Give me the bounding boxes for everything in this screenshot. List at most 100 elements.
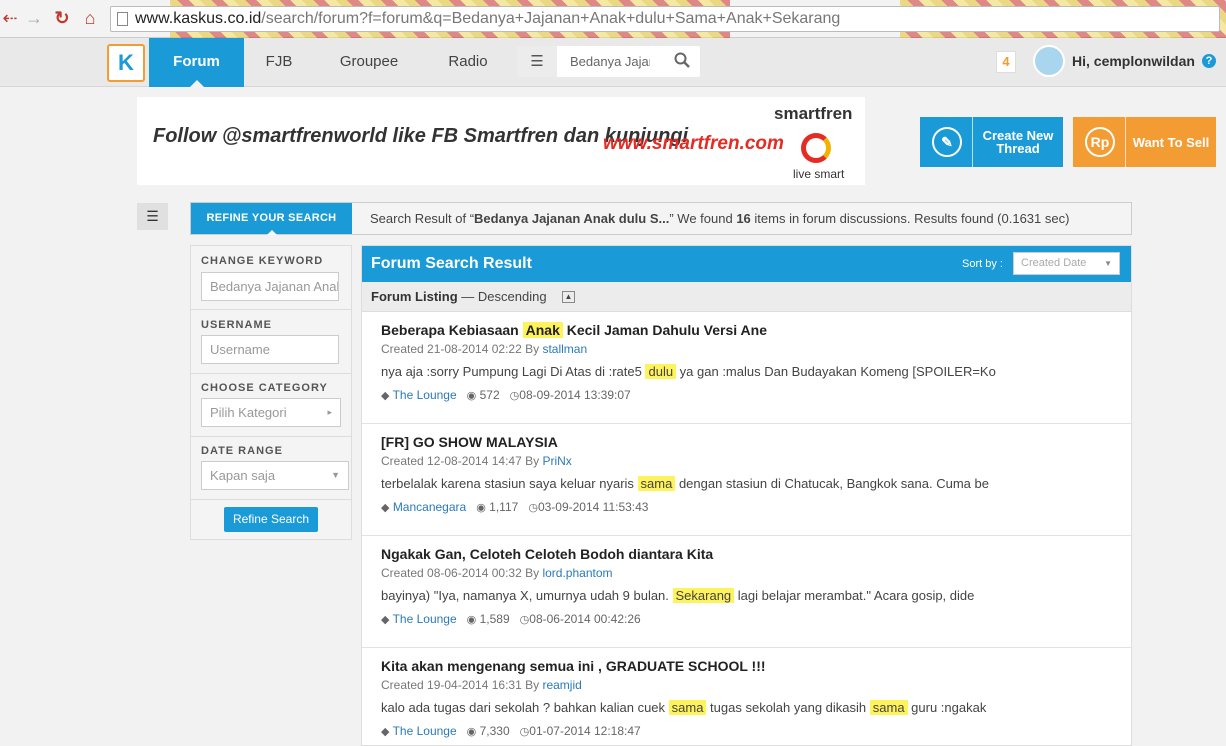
banner-link: www.smartfren.com <box>603 133 784 154</box>
create-thread-button[interactable]: ✎ Create New Thread <box>920 117 1063 167</box>
results-header: Forum Search Result Sort by : Created Da… <box>362 246 1131 282</box>
thread-stats: ◆ Mancanegara ◉ 1,117 ◷03-09-2014 11:53:… <box>381 500 649 514</box>
results-panel: Forum Search Result Sort by : Created Da… <box>361 245 1132 746</box>
author-link[interactable]: reamjid <box>542 678 581 692</box>
thread-meta: Created 21-08-2014 02:22 By stallman <box>381 342 588 356</box>
sort-select[interactable]: Created Date ▼ <box>1013 252 1120 275</box>
tab-fjb[interactable]: FJB <box>256 38 302 87</box>
user-greeting[interactable]: Hi, cemplonwildan <box>1072 53 1195 69</box>
author-link[interactable]: stallman <box>542 342 587 356</box>
refine-bar: REFINE YOUR SEARCH Search Result of “Bed… <box>190 202 1132 235</box>
url-path: /search/forum?f=forum&q=Bedanya+Jajanan+… <box>261 10 841 27</box>
date-range-label: DATE RANGE <box>201 445 283 457</box>
category-group: CHOOSE CATEGORY Pilih Kategori ▸ <box>191 374 351 437</box>
search-category-icon[interactable]: ☰ <box>517 46 557 77</box>
list-item[interactable]: Kita akan mengenang semua ini , GRADUATE… <box>362 648 1131 745</box>
search-input[interactable]: Bedanya Jajan <box>570 46 650 77</box>
browser-toolbar: ⇠ → ↻ ⌂ www.kaskus.co.id/search/forum?f=… <box>0 0 1226 38</box>
eye-icon: ◉ <box>466 390 477 402</box>
tab-forum[interactable]: Forum <box>149 38 244 87</box>
author-link[interactable]: lord.phantom <box>542 566 612 580</box>
tab-radio[interactable]: Radio <box>438 38 498 87</box>
tag-icon: ◆ <box>381 614 390 626</box>
listing-header: Forum Listing — Descending ▲ <box>362 282 1131 312</box>
thread-meta: Created 12-08-2014 14:47 By PriNx <box>381 454 572 468</box>
want-to-sell-button[interactable]: Rp Want To Sell <box>1073 117 1216 167</box>
banner-tagline: live smart <box>793 167 845 181</box>
author-link[interactable]: PriNx <box>542 454 571 468</box>
keyword-group: CHANGE KEYWORD Bedanya Jajanan Anak dulu <box>191 246 351 310</box>
clock-icon: ◷ <box>509 390 520 402</box>
thread-stats: ◆ The Lounge ◉ 572 ◷08-09-2014 13:39:07 <box>381 388 631 402</box>
category-select[interactable]: Pilih Kategori ▸ <box>201 398 341 427</box>
username-group: USERNAME Username <box>191 310 351 374</box>
username-input[interactable]: Username <box>201 335 339 364</box>
tag-icon: ◆ <box>381 726 390 738</box>
back-icon[interactable]: ⇠ <box>0 8 20 28</box>
thread-snippet: terbelalak karena stasiun saya keluar ny… <box>381 476 989 491</box>
date-range-select[interactable]: Kapan saja ▼ <box>201 461 349 490</box>
ad-banner[interactable]: Follow @smartfrenworld like FB Smartfren… <box>137 97 865 185</box>
thread-title[interactable]: [FR] GO SHOW MALAYSIA <box>381 434 558 450</box>
category-link[interactable]: The Lounge <box>393 612 457 626</box>
list-item[interactable]: Beberapa Kebiasaan Anak Kecil Jaman Dahu… <box>362 312 1131 424</box>
header-search: ☰ Bedanya Jajan <box>517 46 700 77</box>
thread-snippet: bayinya) "Iya, namanya X, umurnya udah 9… <box>381 588 975 603</box>
home-icon[interactable]: ⌂ <box>80 8 100 28</box>
refine-search-tab[interactable]: REFINE YOUR SEARCH <box>191 203 352 235</box>
banner-brand: smartfren <box>774 104 853 123</box>
clock-icon: ◷ <box>519 726 530 738</box>
list-item[interactable]: [FR] GO SHOW MALAYSIA Created 12-08-2014… <box>362 424 1131 536</box>
thread-stats: ◆ The Lounge ◉ 7,330 ◷01-07-2014 12:18:4… <box>381 724 641 738</box>
page-icon <box>117 12 128 26</box>
thread-meta: Created 08-06-2014 00:32 By lord.phantom <box>381 566 613 580</box>
avatar[interactable] <box>1033 45 1065 77</box>
forward-icon[interactable]: → <box>24 8 44 28</box>
refine-sidebar: CHANGE KEYWORD Bedanya Jajanan Anak dulu… <box>190 245 352 540</box>
eye-icon: ◉ <box>476 502 486 514</box>
refine-search-button[interactable]: Refine Search <box>224 507 318 532</box>
category-label: CHOOSE CATEGORY <box>201 382 328 394</box>
tag-icon: ◆ <box>381 390 390 402</box>
search-icon[interactable] <box>674 52 690 72</box>
thread-title[interactable]: Kita akan mengenang semua ini , GRADUATE… <box>381 658 766 674</box>
keyword-label: CHANGE KEYWORD <box>201 255 324 267</box>
thread-snippet: kalo ada tugas dari sekolah ? bahkan kal… <box>381 700 987 715</box>
reload-icon[interactable]: ↻ <box>52 8 72 28</box>
clock-icon: ◷ <box>519 614 530 626</box>
notification-badge[interactable]: 4 <box>996 51 1016 73</box>
category-link[interactable]: The Lounge <box>393 724 457 738</box>
tab-groupee[interactable]: Groupee <box>330 38 408 87</box>
list-view-icon[interactable]: ☰ <box>137 203 168 230</box>
list-item[interactable]: Ngakak Gan, Celoteh Celoteh Bodoh dianta… <box>362 536 1131 648</box>
url-host: www.kaskus.co.id <box>135 10 262 27</box>
collapse-icon[interactable]: ▲ <box>562 291 575 303</box>
help-icon[interactable]: ? <box>1202 54 1216 68</box>
category-link[interactable]: Mancanegara <box>393 500 466 514</box>
address-bar[interactable]: www.kaskus.co.id/search/forum?f=forum&q=… <box>110 6 1220 32</box>
thread-stats: ◆ The Lounge ◉ 1,589 ◷08-06-2014 00:42:2… <box>381 612 641 626</box>
sort-label: Sort by : <box>962 258 1003 270</box>
thread-title[interactable]: Ngakak Gan, Celoteh Celoteh Bodoh dianta… <box>381 546 713 562</box>
clock-icon: ◷ <box>528 502 538 514</box>
results-title: Forum Search Result <box>371 255 532 272</box>
category-link[interactable]: The Lounge <box>393 388 457 402</box>
thread-snippet: nya aja :sorry Pumpung Lagi Di Atas di :… <box>381 364 996 379</box>
listing-label: Forum Listing — Descending <box>371 289 547 304</box>
keyword-input[interactable]: Bedanya Jajanan Anak dulu <box>201 272 339 301</box>
smartfren-logo-icon <box>801 133 831 163</box>
chevron-down-icon: ▼ <box>331 470 340 480</box>
eye-icon: ◉ <box>466 614 477 626</box>
thread-meta: Created 19-04-2014 16:31 By reamjid <box>381 678 582 692</box>
thread-title[interactable]: Beberapa Kebiasaan Anak Kecil Jaman Dahu… <box>381 322 767 338</box>
search-summary: Search Result of “Bedanya Jajanan Anak d… <box>370 211 1070 226</box>
kaskus-logo-icon[interactable]: K <box>107 44 145 82</box>
pencil-icon: ✎ <box>920 117 973 167</box>
username-label: USERNAME <box>201 319 272 331</box>
chevron-down-icon: ▼ <box>1104 259 1112 268</box>
want-to-sell-label: Want To Sell <box>1132 134 1210 150</box>
tag-icon: ◆ <box>381 502 390 514</box>
date-range-group: DATE RANGE Kapan saja ▼ <box>191 437 351 500</box>
rupiah-icon: Rp <box>1073 117 1126 167</box>
create-thread-label: Create New Thread <box>982 128 1054 156</box>
